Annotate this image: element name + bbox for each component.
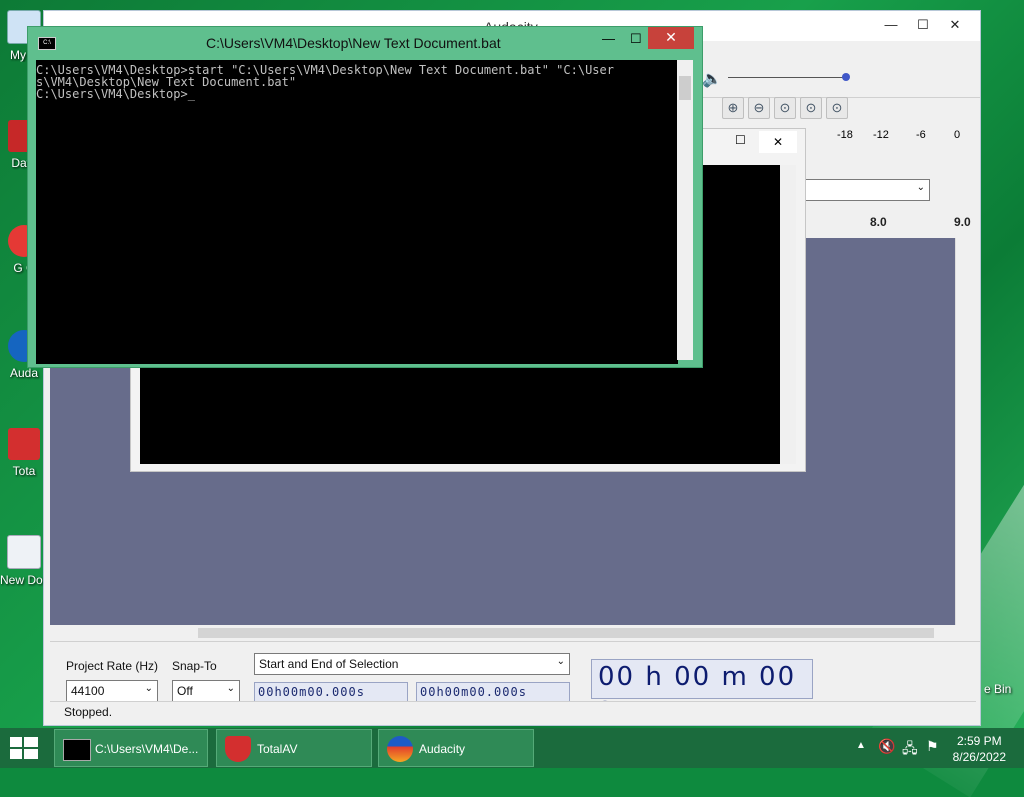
fit-project-icon[interactable]: ⊙ bbox=[800, 97, 822, 119]
totalav-icon bbox=[225, 736, 251, 762]
zoom-in-icon[interactable]: ⊕ bbox=[722, 97, 744, 119]
taskbar-item-label: TotalAV bbox=[257, 742, 298, 756]
slider-thumb[interactable] bbox=[842, 73, 850, 81]
selection-end-time[interactable]: 00h00m00.000s bbox=[416, 682, 570, 702]
taskbar-item-cmd[interactable]: C:\Users\VM4\De... bbox=[54, 729, 208, 767]
console-title: C:\Users\VM4\Desktop\New Text Document.b… bbox=[206, 35, 501, 51]
minimize-button[interactable]: — bbox=[602, 31, 615, 46]
console-line: C:\Users\VM4\Desktop>_ bbox=[36, 87, 195, 101]
system-tray: ▲ 🔇 🖧 ⚑ 2:59 PM 8/26/2022 bbox=[834, 728, 1024, 768]
desktop-icon-totalav[interactable]: Tota bbox=[0, 428, 48, 478]
recycle-bin-label[interactable]: e Bin bbox=[984, 682, 1011, 696]
action-center-icon[interactable]: ⚑ bbox=[926, 738, 939, 755]
clock-time: 2:59 PM bbox=[956, 734, 1002, 748]
document-icon bbox=[7, 535, 41, 569]
taskbar-item-label: Audacity bbox=[419, 742, 466, 756]
console-output[interactable]: C:\Users\VM4\Desktop>start "C:\Users\VM4… bbox=[36, 60, 678, 364]
maximize-button[interactable]: ☐ bbox=[735, 133, 746, 147]
totalav-icon bbox=[8, 428, 40, 460]
selection-mode-value: Start and End of Selection bbox=[259, 657, 399, 671]
meter-tick: -6 bbox=[916, 129, 926, 141]
maximize-button[interactable]: ☐ bbox=[630, 31, 642, 47]
close-button[interactable]: ✕ bbox=[759, 131, 797, 153]
taskbar: C:\Users\VM4\De... TotalAV Audacity ▲ 🔇 … bbox=[0, 728, 1024, 768]
vertical-scrollbar[interactable] bbox=[780, 165, 796, 464]
snap-to-select[interactable]: Off ⌄ bbox=[172, 680, 240, 702]
selection-mode-select[interactable]: Start and End of Selection ⌄ bbox=[254, 653, 570, 675]
snap-to-value: Off bbox=[177, 684, 193, 698]
status-text: Stopped. bbox=[64, 705, 113, 719]
meter-tick: -12 bbox=[873, 129, 889, 141]
taskbar-item-label: C:\Users\VM4\De... bbox=[95, 742, 199, 756]
close-button[interactable]: ✕ bbox=[932, 15, 978, 37]
project-rate-label: Project Rate (Hz) bbox=[66, 659, 159, 673]
audacity-icon bbox=[387, 736, 413, 762]
vertical-scrollbar[interactable] bbox=[677, 60, 693, 360]
zoom-toggle-icon[interactable]: ⊙ bbox=[826, 97, 848, 119]
clock-date: 8/26/2022 bbox=[952, 750, 1006, 764]
minimize-button[interactable]: — bbox=[876, 15, 906, 37]
audio-position-display[interactable]: 00 h 00 m 00 s bbox=[591, 659, 813, 722]
start-button[interactable] bbox=[10, 737, 40, 759]
selection-toolbar: Project Rate (Hz) 44100 ⌄ Snap-To Off ⌄ St… bbox=[50, 641, 980, 702]
speaker-icon: 🔈 bbox=[702, 71, 722, 88]
project-rate-select[interactable]: 44100 ⌄ bbox=[66, 680, 158, 702]
selection-start-time[interactable]: 00h00m00.000s bbox=[254, 682, 408, 702]
console-window-front[interactable]: C:\ C:\Users\VM4\Desktop\New Text Docume… bbox=[27, 26, 703, 368]
desktop-icon-new-document[interactable]: New Docu bbox=[0, 535, 48, 587]
project-rate-value: 44100 bbox=[71, 684, 105, 698]
console-title-bar: C:\ C:\Users\VM4\Desktop\New Text Docume… bbox=[28, 27, 702, 57]
taskbar-item-audacity[interactable]: Audacity bbox=[378, 729, 534, 767]
taskbar-item-totalav[interactable]: TotalAV bbox=[216, 729, 372, 767]
clock[interactable]: 2:59 PM 8/26/2022 bbox=[953, 733, 1006, 765]
console-icon bbox=[63, 739, 91, 761]
ruler-label: 8.0 bbox=[870, 215, 887, 229]
show-hidden-icons-icon[interactable]: ▲ bbox=[856, 740, 866, 751]
desktop-icon-label: Auda bbox=[9, 366, 39, 380]
meter-tick: -18 bbox=[837, 129, 853, 141]
close-button[interactable]: ✕ bbox=[648, 27, 694, 49]
meter-tick: 0 bbox=[954, 129, 961, 141]
horizontal-scrollbar[interactable] bbox=[184, 625, 954, 641]
status-bar: Stopped. bbox=[50, 701, 976, 722]
playback-volume-slider[interactable] bbox=[728, 77, 846, 78]
fit-selection-icon[interactable]: ⊙ bbox=[774, 97, 796, 119]
snap-to-label: Snap-To bbox=[172, 659, 217, 673]
zoom-out-icon[interactable]: ⊖ bbox=[748, 97, 770, 119]
vertical-scrollbar[interactable] bbox=[955, 238, 972, 625]
ruler-label: 9.0 bbox=[954, 215, 971, 229]
volume-muted-icon[interactable]: 🔇 bbox=[878, 738, 895, 755]
console-icon: C:\ bbox=[38, 37, 56, 50]
windows-logo-icon bbox=[10, 737, 38, 759]
network-icon[interactable]: 🖧 bbox=[902, 738, 918, 762]
desktop-icon-label: New Docu bbox=[0, 573, 48, 587]
device-select[interactable]: ⌄ bbox=[802, 179, 930, 201]
desktop-icon-label: Tota bbox=[12, 464, 36, 478]
